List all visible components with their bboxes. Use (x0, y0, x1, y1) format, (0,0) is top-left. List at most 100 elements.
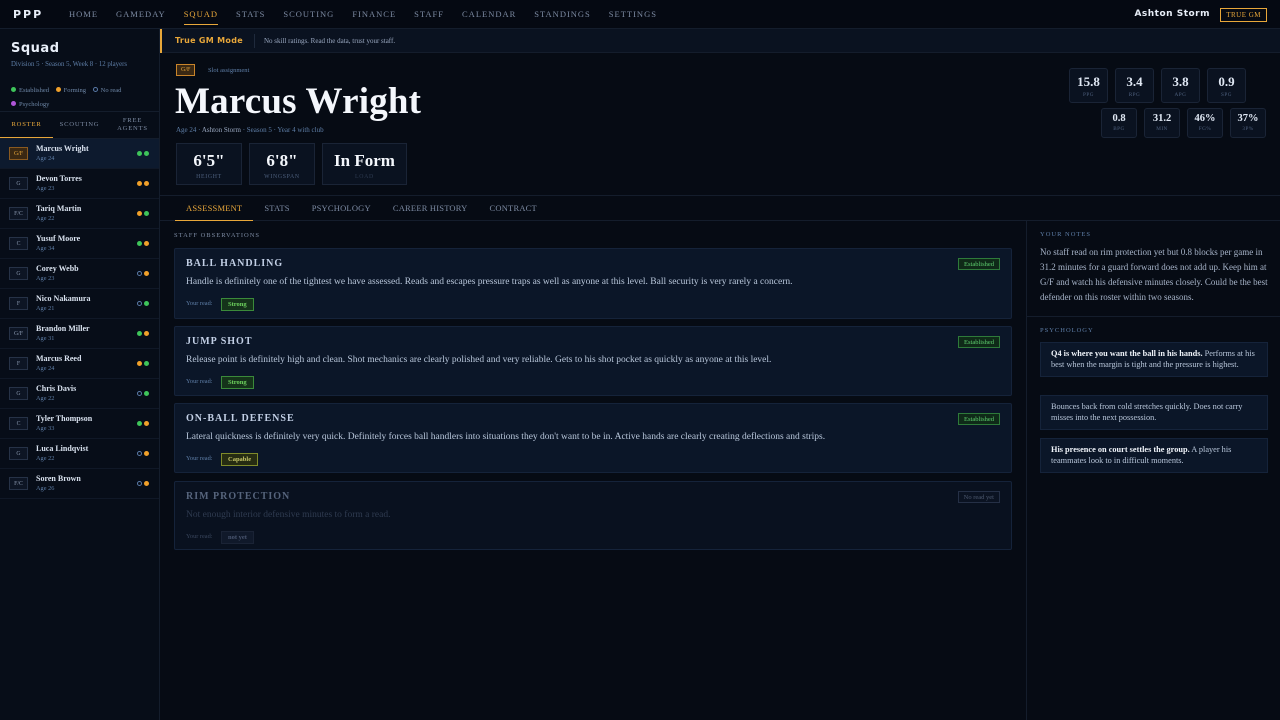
tab-stats[interactable]: STATS (253, 196, 300, 221)
profile-tabs: ASSESSMENT STATS PSYCHOLOGY CAREER HISTO… (160, 195, 1280, 221)
green-dot-icon (144, 391, 149, 396)
nav-finance[interactable]: FINANCE (352, 0, 396, 29)
orange-dot-icon (144, 331, 149, 336)
banner-text: No skill ratings. Read the data, trust y… (264, 36, 396, 45)
notes-heading: YOUR NOTES (1040, 231, 1091, 238)
orange-dot-icon (144, 451, 149, 456)
status-dots (135, 181, 149, 186)
roster-row[interactable]: F Nico Nakamura Age 21 (0, 289, 159, 319)
player-row-age: Age 22 (36, 395, 55, 402)
status-dots (135, 211, 149, 216)
green-dot-icon (144, 301, 149, 306)
notes-text[interactable]: No staff read on rim protection yet but … (1040, 245, 1272, 305)
status-badge: Established (958, 336, 1000, 348)
height-value: 6'5" (193, 151, 225, 170)
nav-home[interactable]: HOME (69, 0, 98, 29)
position-badge: C (9, 237, 28, 250)
nav-staff[interactable]: STAFF (414, 0, 444, 29)
position-badge: G (9, 177, 28, 190)
app-logo[interactable]: PPP (13, 8, 59, 21)
sidebar-title: Squad (11, 41, 60, 56)
player-name: Marcus Wright (175, 81, 422, 122)
slot-badge[interactable]: G/F (176, 64, 196, 76)
position-badge: F/C (9, 207, 28, 220)
season-stats-row-2: 0.8 BPG 31.2 MIN 46% FG% 37% 3P% (1094, 108, 1266, 138)
orange-dot-icon (144, 481, 149, 486)
position-badge: F (9, 297, 28, 310)
your-read-label: Your read: (186, 533, 213, 540)
user-name[interactable]: Ashton Storm (1134, 9, 1210, 19)
nav-menu: HOME GAMEDAY SQUAD STATS SCOUTING FINANC… (69, 0, 675, 29)
nav-standings[interactable]: STANDINGS (534, 0, 591, 29)
orange-dot-icon (144, 241, 149, 246)
your-read-pill[interactable]: Capable (221, 453, 259, 466)
nav-squad[interactable]: SQUAD (183, 0, 219, 29)
roster-row[interactable]: G/F Brandon Miller Age 31 (0, 319, 159, 349)
your-read-pill[interactable]: Strong (221, 376, 254, 389)
status-dots (135, 241, 149, 246)
stat-value: 0.8 (1112, 113, 1126, 124)
player-row-name: Tariq Martin (36, 204, 82, 213)
green-dot-icon (11, 87, 16, 92)
tab-roster[interactable]: ROSTER (0, 112, 53, 138)
nav-calendar[interactable]: CALENDAR (462, 0, 516, 29)
stat-value: 0.9 (1218, 74, 1235, 89)
tab-career-history[interactable]: CAREER HISTORY (382, 196, 479, 221)
nav-settings[interactable]: SETTINGS (609, 0, 657, 29)
observation-card: ON-BALL DEFENSE Established Lateral quickn… (174, 403, 1012, 473)
your-read-pill[interactable]: not yet (221, 531, 254, 544)
banner-accent (160, 29, 162, 53)
tab-contract[interactable]: CONTRACT (479, 196, 548, 221)
empty-dot-icon (137, 301, 142, 306)
player-row-name: Chris Davis (36, 384, 77, 393)
tab-free-agents[interactable]: FREE AGENTS (106, 112, 159, 138)
stat-value: 37% (1237, 113, 1259, 124)
roster-row[interactable]: G Luca Lindqvist Age 22 (0, 439, 159, 469)
psychology-text: Bounces back from cold stretches quickly… (1051, 402, 1243, 422)
psychology-card: His presence on court settles the group.… (1040, 438, 1268, 473)
green-dot-icon (144, 211, 149, 216)
player-row-age: Age 26 (36, 485, 55, 492)
roster-row[interactable]: F/C Tariq Martin Age 22 (0, 199, 159, 229)
observation-title: BALL HANDLING (186, 258, 284, 269)
player-row-age: Age 24 (36, 365, 55, 372)
load-value: In Form (334, 151, 395, 170)
stat-label: BPG (1113, 126, 1125, 132)
psychology-highlight: His presence on court settles the group. (1051, 445, 1190, 454)
stat-label: APG (1174, 92, 1187, 98)
nav-stats[interactable]: STATS (236, 0, 265, 29)
load-label: LOAD (355, 174, 374, 180)
empty-dot-icon (137, 391, 142, 396)
observation-title: JUMP SHOT (186, 336, 253, 347)
roster-row[interactable]: G Chris Davis Age 22 (0, 379, 159, 409)
nav-gameday[interactable]: GAMEDAY (116, 0, 166, 29)
nav-scouting[interactable]: SCOUTING (283, 0, 334, 29)
legend-label: Forming (63, 87, 86, 94)
meta-coach: Ashton Storm (201, 126, 241, 134)
legend-forming: Forming (55, 84, 86, 98)
tab-assessment[interactable]: ASSESSMENT (175, 196, 254, 221)
top-nav: PPP HOME GAMEDAY SQUAD STATS SCOUTING FI… (0, 0, 1280, 29)
tab-scouting[interactable]: SCOUTING (53, 112, 106, 138)
roster-row[interactable]: C Yusuf Moore Age 34 (0, 229, 159, 259)
player-row-age: Age 24 (36, 155, 55, 162)
status-badge: No read yet (957, 491, 1000, 503)
roster-row[interactable]: C Tyler Thompson Age 33 (0, 409, 159, 439)
stat-value: 3.4 (1126, 74, 1143, 89)
wingspan-card: 6'8" WINGSPAN (249, 143, 315, 185)
tab-psychology[interactable]: PSYCHOLOGY (301, 196, 382, 221)
roster-row[interactable]: G Corey Webb Age 23 (0, 259, 159, 289)
player-meta: Age 24 · Ashton Storm · Season 5 · Year … (176, 126, 324, 134)
roster-row[interactable]: F/C Soren Brown Age 26 (0, 469, 159, 499)
green-dot-icon (137, 241, 142, 246)
observation-card: JUMP SHOT Established Release point is def… (174, 326, 1012, 396)
status-dots (135, 301, 149, 306)
roster-row[interactable]: F Marcus Reed Age 24 (0, 349, 159, 379)
observation-title: ON-BALL DEFENSE (186, 413, 295, 424)
stat-box-min: 31.2 MIN (1144, 108, 1180, 138)
your-read-pill[interactable]: Strong (221, 298, 254, 311)
status-dots (135, 271, 149, 276)
player-row-age: Age 21 (36, 305, 55, 312)
roster-row[interactable]: G Devon Torres Age 23 (0, 169, 159, 199)
roster-row[interactable]: G/F Marcus Wright Age 24 (0, 139, 159, 169)
